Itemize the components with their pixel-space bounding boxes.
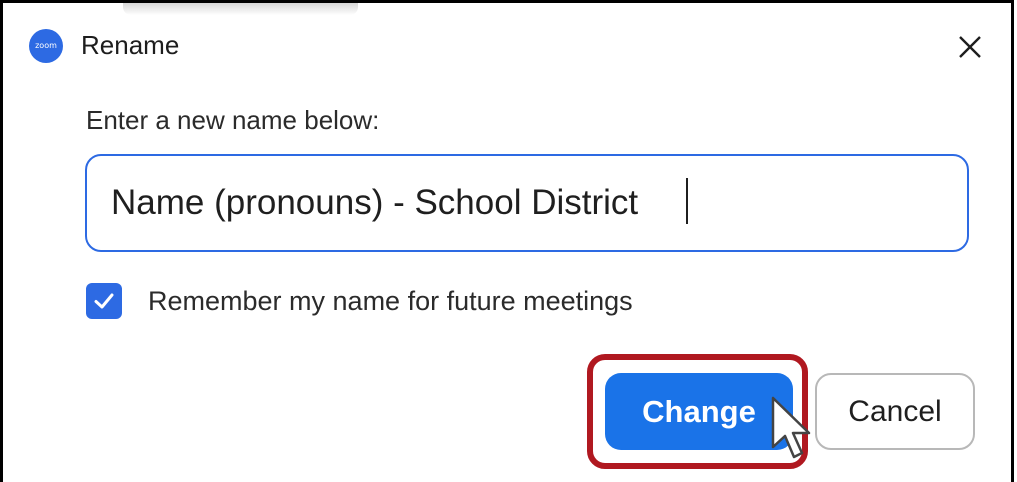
remember-name-row: Remember my name for future meetings [86,282,633,320]
name-input[interactable] [85,154,969,252]
change-button[interactable]: Change [605,373,793,450]
zoom-logo-icon: zoom [29,29,63,63]
close-button[interactable] [953,30,987,64]
rename-dialog: zoom Rename Enter a new name below: Reme… [0,0,1014,482]
mouse-pointer-icon [771,396,811,459]
remember-name-checkbox[interactable] [86,283,122,319]
close-icon [959,36,981,58]
title-bar: zoom Rename [3,3,1011,83]
app-logo-text: zoom [35,41,57,50]
dialog-title: Rename [81,30,180,60]
text-caret [686,178,688,224]
remember-name-label: Remember my name for future meetings [148,285,633,316]
rename-prompt: Enter a new name below: [86,105,380,135]
checkmark-icon [94,293,114,309]
cancel-button[interactable]: Cancel [815,373,975,450]
